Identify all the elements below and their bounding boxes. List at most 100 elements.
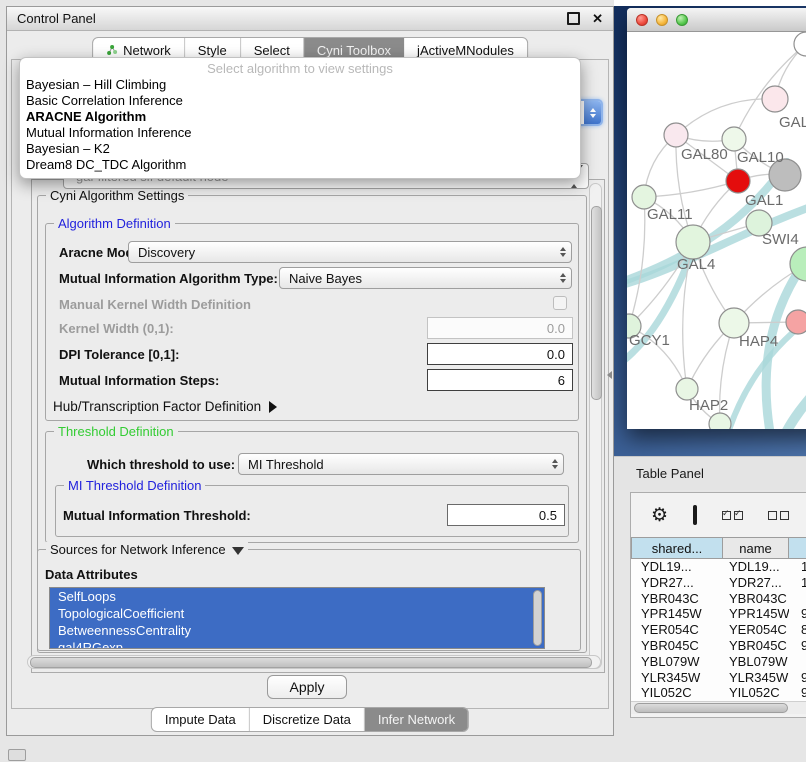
table-row[interactable]: YIL052CYIL052C9	[631, 685, 806, 701]
tab-label: Impute Data	[165, 712, 236, 727]
float-panel-icon[interactable]	[567, 12, 580, 25]
scrollbar-thumb[interactable]	[591, 206, 602, 400]
table-rows: YDL19...YDL19...13YDR27...YDR27...12YBR0…	[631, 559, 806, 701]
table-panel-title: Table Panel	[636, 466, 704, 481]
columns-icon[interactable]	[693, 505, 697, 525]
node-label: SWI4	[762, 231, 799, 248]
select-all-checkboxes-icon[interactable]	[722, 511, 743, 520]
manual-kernel-label: Manual Kernel Width Definition	[59, 297, 251, 312]
algorithm-option-dream8-dc-tdc-algorithm[interactable]: Dream8 DC_TDC Algorithm	[20, 157, 580, 173]
table-cell: YLR345W	[631, 670, 723, 686]
network-node-gal1[interactable]	[726, 169, 750, 193]
tab-impute-data[interactable]: Impute Data	[152, 708, 250, 731]
tab-infer-network[interactable]: Infer Network	[365, 708, 468, 731]
mi-steps-label: Mutual Information Steps:	[59, 373, 219, 388]
network-edge[interactable]	[676, 99, 775, 135]
network-edge[interactable]	[629, 197, 645, 326]
deselect-all-checkboxes-icon[interactable]	[768, 511, 789, 520]
network-node-gal4[interactable]	[676, 225, 710, 259]
close-panel-icon[interactable]: ✕	[592, 12, 603, 25]
attribute-item-selfloops[interactable]: SelfLoops	[50, 588, 544, 605]
network-svg[interactable]: GALGAL80GAL10GAL1GAL11SWI4GAL4GCY1HAP4YH…	[627, 32, 806, 429]
panel-splitter-handle[interactable]	[607, 371, 612, 379]
table-cell: 8.	[789, 622, 806, 638]
network-view-window[interactable]: GALGAL80GAL10GAL1GAL11SWI4GAL4GCY1HAP4YH…	[627, 8, 806, 429]
control-panel-title: Control Panel	[17, 11, 567, 26]
collapsed-arrow-icon	[269, 401, 277, 413]
table-cell: YBR043C	[631, 591, 723, 607]
table-row[interactable]: YDL19...YDL19...13	[631, 559, 806, 575]
algorithm-option-aracne-algorithm[interactable]: ARACNE Algorithm	[20, 109, 580, 125]
node-label: GAL4	[677, 256, 715, 273]
gear-icon[interactable]: ⚙	[651, 506, 668, 525]
sources-group-title[interactable]: Sources for Network Inference	[46, 542, 248, 557]
apply-button[interactable]: Apply	[267, 675, 347, 699]
control-panel: Control Panel ✕ NetworkStyleSelectCyni T…	[6, 6, 614, 736]
table-cell: YDL19...	[631, 559, 723, 575]
column-header-a[interactable]: A	[789, 537, 806, 559]
column-header-shared-[interactable]: shared...	[631, 537, 723, 559]
algorithm-option-bayesian-hill-climbing[interactable]: Bayesian – Hill Climbing	[20, 77, 580, 93]
mi-steps-field[interactable]	[427, 369, 573, 391]
table-panel: ⚙ shared...nameA YDL19...YDL19...13YDR27…	[630, 492, 806, 718]
combo-stepper-icon	[560, 247, 566, 257]
table-horizontal-scrollbar[interactable]	[631, 701, 806, 714]
aracne-mode-select[interactable]: Discovery	[128, 241, 572, 263]
dpi-tolerance-field[interactable]	[427, 343, 573, 365]
node-label: GAL80	[681, 146, 728, 163]
dpi-tolerance-label: DPI Tolerance [0,1]:	[59, 347, 179, 362]
table-cell: 9.	[789, 606, 806, 622]
scrollbar-thumb[interactable]	[634, 703, 788, 713]
network-canvas[interactable]: GALGAL80GAL10GAL1GAL11SWI4GAL4GCY1HAP4YH…	[627, 32, 806, 429]
mi-threshold-label: Mutual Information Threshold:	[63, 508, 251, 523]
close-window-icon[interactable]	[636, 14, 648, 26]
table-row[interactable]: YLR345WYLR345W9.	[631, 670, 806, 686]
network-window-titlebar[interactable]	[627, 8, 806, 32]
network-edge-thick[interactable]	[777, 367, 806, 429]
settings-vertical-scrollbar[interactable]	[589, 183, 602, 669]
data-attributes-list[interactable]: SelfLoopsTopologicalCoefficientBetweenne…	[49, 587, 545, 649]
sources-title-label: Sources for Network Inference	[50, 542, 226, 557]
attribute-item-topologicalcoefficient[interactable]: TopologicalCoefficient	[50, 605, 544, 622]
algorithm-option-mutual-information-inference[interactable]: Mutual Information Inference	[20, 125, 580, 141]
minimized-panel-grip[interactable]	[8, 749, 26, 761]
network-node-y[interactable]	[786, 310, 806, 334]
node-label: HAP4	[739, 333, 778, 350]
table-row[interactable]: YBL079WYBL079W	[631, 654, 806, 670]
combo-stepper-icon	[552, 459, 558, 469]
threshold-definition-title: Threshold Definition	[54, 424, 178, 439]
attribute-item-betweennesscentrality[interactable]: BetweennessCentrality	[50, 622, 544, 639]
table-cell: YDR27...	[723, 575, 789, 591]
which-threshold-label: Which threshold to use:	[87, 457, 235, 472]
table-row[interactable]: YBR045CYBR045C9.	[631, 638, 806, 654]
kernel-width-field[interactable]	[427, 317, 573, 339]
table-row[interactable]: YER054CYER054C8.	[631, 622, 806, 638]
minimize-window-icon[interactable]	[656, 14, 668, 26]
algorithm-option-bayesian-k2[interactable]: Bayesian – K2	[20, 141, 580, 157]
algorithm-option-basic-correlation-inference[interactable]: Basic Correlation Inference	[20, 93, 580, 109]
hub-definition-toggle[interactable]: Hub/Transcription Factor Definition	[53, 399, 277, 414]
column-header-name[interactable]: name	[723, 537, 789, 559]
settings-horizontal-scrollbar[interactable]	[27, 655, 601, 669]
aracne-mode-value: Discovery	[138, 245, 195, 260]
network-node[interactable]	[709, 413, 731, 429]
manual-kernel-checkbox[interactable]	[553, 296, 567, 310]
table-cell: 9	[789, 685, 806, 701]
scrollbar-thumb[interactable]	[30, 657, 592, 668]
mi-threshold-field[interactable]	[447, 504, 565, 526]
which-threshold-select[interactable]: MI Threshold	[238, 453, 564, 475]
network-node-gal80[interactable]	[664, 123, 688, 147]
table-row[interactable]: YBR043CYBR043C	[631, 591, 806, 607]
table-row[interactable]: YDR27...YDR27...12	[631, 575, 806, 591]
attributes-scrollbar[interactable]	[533, 590, 542, 646]
attribute-item-gal4rgexp[interactable]: gal4RGexp	[50, 639, 544, 649]
tab-discretize-data[interactable]: Discretize Data	[250, 708, 365, 731]
mi-type-select[interactable]: Naive Bayes	[279, 267, 572, 289]
tab-label: Cyni Toolbox	[317, 43, 391, 58]
network-node-gal[interactable]	[762, 86, 788, 112]
table-cell: YER054C	[631, 622, 723, 638]
zoom-window-icon[interactable]	[676, 14, 688, 26]
table-cell: YBL079W	[631, 654, 723, 670]
table-cell: YLR345W	[723, 670, 789, 686]
table-row[interactable]: YPR145WYPR145W9.	[631, 606, 806, 622]
